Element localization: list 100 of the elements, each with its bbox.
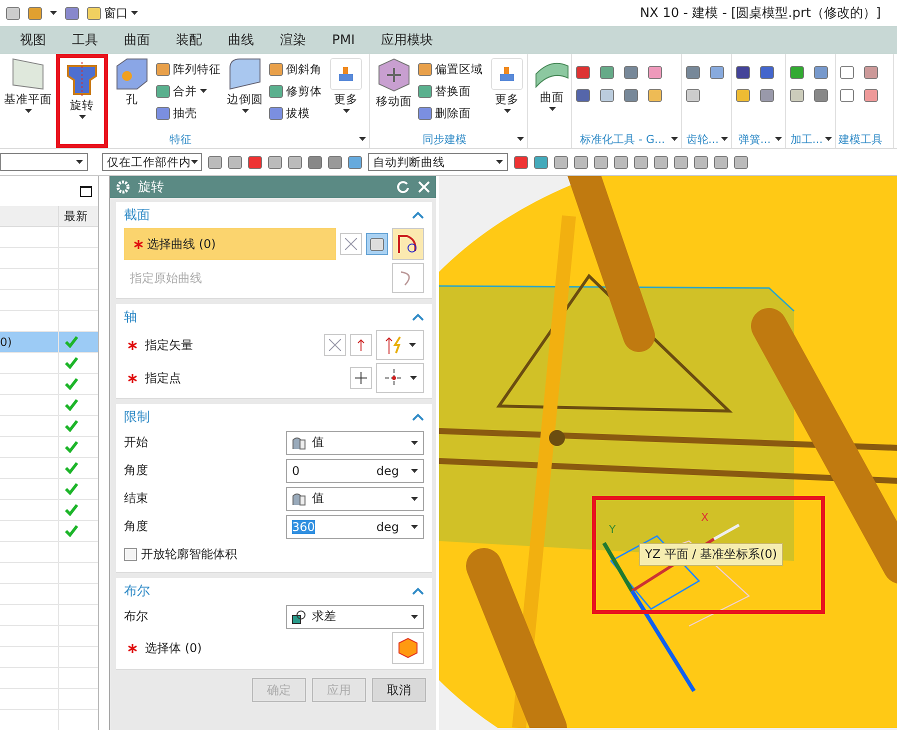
menu-tab[interactable]: 渲染 bbox=[280, 31, 306, 49]
collapse-icon[interactable] bbox=[412, 313, 424, 321]
snap-tool-icon bbox=[634, 156, 648, 168]
ribbon-button[interactable]: 合并 bbox=[156, 82, 221, 100]
selection-row[interactable]: 选择曲线 (0) bbox=[124, 228, 336, 260]
checkbox-label: 开放轮廓智能体积 bbox=[141, 546, 237, 563]
ribbon-button[interactable]: 孔 bbox=[112, 58, 152, 107]
feature-icon bbox=[269, 106, 283, 120]
navigator-row[interactable] bbox=[0, 437, 98, 458]
sketch-button[interactable] bbox=[366, 233, 388, 255]
menu-tab[interactable]: PMI bbox=[332, 32, 355, 48]
menu-tab[interactable]: 工具 bbox=[72, 31, 98, 49]
caret-icon bbox=[78, 115, 86, 119]
field-label: 指定点 bbox=[145, 370, 182, 386]
navigator-row[interactable] bbox=[0, 458, 98, 479]
menu-tab[interactable]: 视图 bbox=[20, 31, 46, 49]
dropdown-field[interactable]: 值 bbox=[286, 430, 424, 454]
angle-input[interactable]: 360 deg bbox=[286, 514, 424, 538]
scope-dropdown[interactable]: 仅在工作部件内 bbox=[102, 153, 202, 171]
snap-tool-icon bbox=[734, 156, 748, 168]
snap-tool-icon bbox=[594, 156, 608, 168]
ribbon-button[interactable]: 拔模 bbox=[269, 104, 322, 122]
ribbon-button[interactable]: 删除面 bbox=[418, 104, 483, 122]
select-body-button[interactable] bbox=[392, 632, 424, 664]
more-button[interactable]: 更多 bbox=[326, 58, 366, 113]
curve-icon bbox=[398, 234, 418, 254]
group-launcher-icon[interactable] bbox=[825, 137, 832, 141]
ribbon-button[interactable]: 倒斜角 bbox=[269, 60, 322, 78]
reset-icon[interactable] bbox=[396, 180, 410, 194]
ribbon-button[interactable]: 曲面 bbox=[532, 58, 572, 111]
caret-icon bbox=[76, 160, 83, 164]
cross-arrows-icon bbox=[345, 238, 357, 250]
required-asterisk-icon bbox=[128, 340, 137, 350]
ribbon-button[interactable]: 旋转 bbox=[62, 62, 102, 144]
navigator-row[interactable] bbox=[0, 416, 98, 437]
navigator-row[interactable] bbox=[0, 395, 98, 416]
more-button[interactable]: 更多 bbox=[487, 58, 527, 113]
group-launcher-icon[interactable] bbox=[671, 137, 678, 141]
snap-tool-icon bbox=[654, 156, 668, 168]
group-launcher-icon[interactable] bbox=[721, 137, 728, 141]
point-dropdown[interactable] bbox=[376, 363, 424, 393]
maximize-icon[interactable] bbox=[80, 186, 92, 196]
window-title: NX 10 - 建模 - [圆桌模型.prt（修改的）] bbox=[640, 5, 882, 22]
vector-dialog-button[interactable] bbox=[350, 334, 372, 356]
menu-tab[interactable]: 曲线 bbox=[228, 31, 254, 49]
vector-dropdown[interactable] bbox=[376, 330, 424, 360]
dropdown-field[interactable]: 值 bbox=[286, 486, 424, 510]
navigator-row[interactable]: 0) bbox=[0, 332, 98, 353]
selection-tool-icon bbox=[308, 156, 322, 168]
navigator-row[interactable] bbox=[0, 500, 98, 521]
close-icon[interactable] bbox=[418, 181, 430, 193]
rounded-block-icon bbox=[229, 58, 261, 90]
caret-icon bbox=[411, 524, 418, 528]
collapse-icon[interactable] bbox=[412, 413, 424, 421]
dropdown-field[interactable]: 求差 bbox=[286, 604, 424, 628]
group-launcher-icon[interactable] bbox=[359, 137, 366, 141]
cross-arrows-button[interactable] bbox=[324, 334, 346, 356]
section-title: 截面 bbox=[124, 207, 150, 224]
check-icon bbox=[65, 378, 78, 390]
menu-tab[interactable]: 装配 bbox=[176, 31, 202, 49]
checkbox[interactable] bbox=[124, 548, 137, 561]
point-dialog-button[interactable] bbox=[350, 367, 372, 389]
group-label: 加工... bbox=[790, 132, 823, 146]
curve-rule-dropdown[interactable]: 自动判断曲线 bbox=[368, 153, 508, 171]
settings-icon[interactable] bbox=[116, 180, 130, 194]
ribbon-button[interactable]: 移动面 bbox=[374, 58, 414, 109]
caret-icon bbox=[548, 107, 556, 111]
ribbon-button[interactable]: 替换面 bbox=[418, 82, 483, 100]
ribbon-button[interactable]: 偏置区域 bbox=[418, 60, 483, 78]
arrow-icon bbox=[357, 339, 365, 351]
filter-dropdown[interactable] bbox=[0, 153, 88, 171]
angle-input[interactable]: 0 deg bbox=[286, 458, 424, 482]
group-launcher-icon[interactable] bbox=[517, 137, 524, 141]
dialog-button[interactable]: 取消 bbox=[372, 678, 426, 702]
navigator-row[interactable] bbox=[0, 353, 98, 374]
cross-arrows-button[interactable] bbox=[340, 233, 362, 255]
tool-icon bbox=[648, 89, 662, 102]
curve-button[interactable] bbox=[392, 228, 424, 260]
ribbon-button[interactable]: 修剪体 bbox=[269, 82, 322, 100]
check-icon bbox=[65, 483, 78, 495]
menu-tab[interactable]: 应用模块 bbox=[380, 31, 433, 49]
collapse-icon[interactable] bbox=[412, 587, 424, 595]
menu-tab[interactable]: 曲面 bbox=[124, 31, 150, 49]
ribbon-button[interactable]: 抽壳 bbox=[156, 104, 221, 122]
collapse-icon[interactable] bbox=[412, 211, 424, 219]
curve-button[interactable] bbox=[392, 263, 424, 293]
check-icon bbox=[65, 357, 78, 369]
required-asterisk-icon bbox=[128, 644, 137, 652]
tool-icon bbox=[710, 66, 724, 79]
tool-icon bbox=[736, 89, 750, 102]
window-menu[interactable]: 窗口 bbox=[87, 4, 138, 22]
selection-tool-icon bbox=[228, 156, 242, 168]
navigator-row[interactable] bbox=[0, 374, 98, 395]
navigator-row[interactable] bbox=[0, 521, 98, 542]
caret-icon bbox=[342, 109, 350, 113]
ribbon-button[interactable]: 阵列特征 bbox=[156, 60, 221, 78]
ribbon-button[interactable]: 边倒圆 bbox=[225, 58, 265, 113]
group-launcher-icon[interactable] bbox=[775, 137, 782, 141]
navigator-row[interactable] bbox=[0, 479, 98, 500]
ribbon-button[interactable]: 基准平面 bbox=[4, 58, 52, 113]
